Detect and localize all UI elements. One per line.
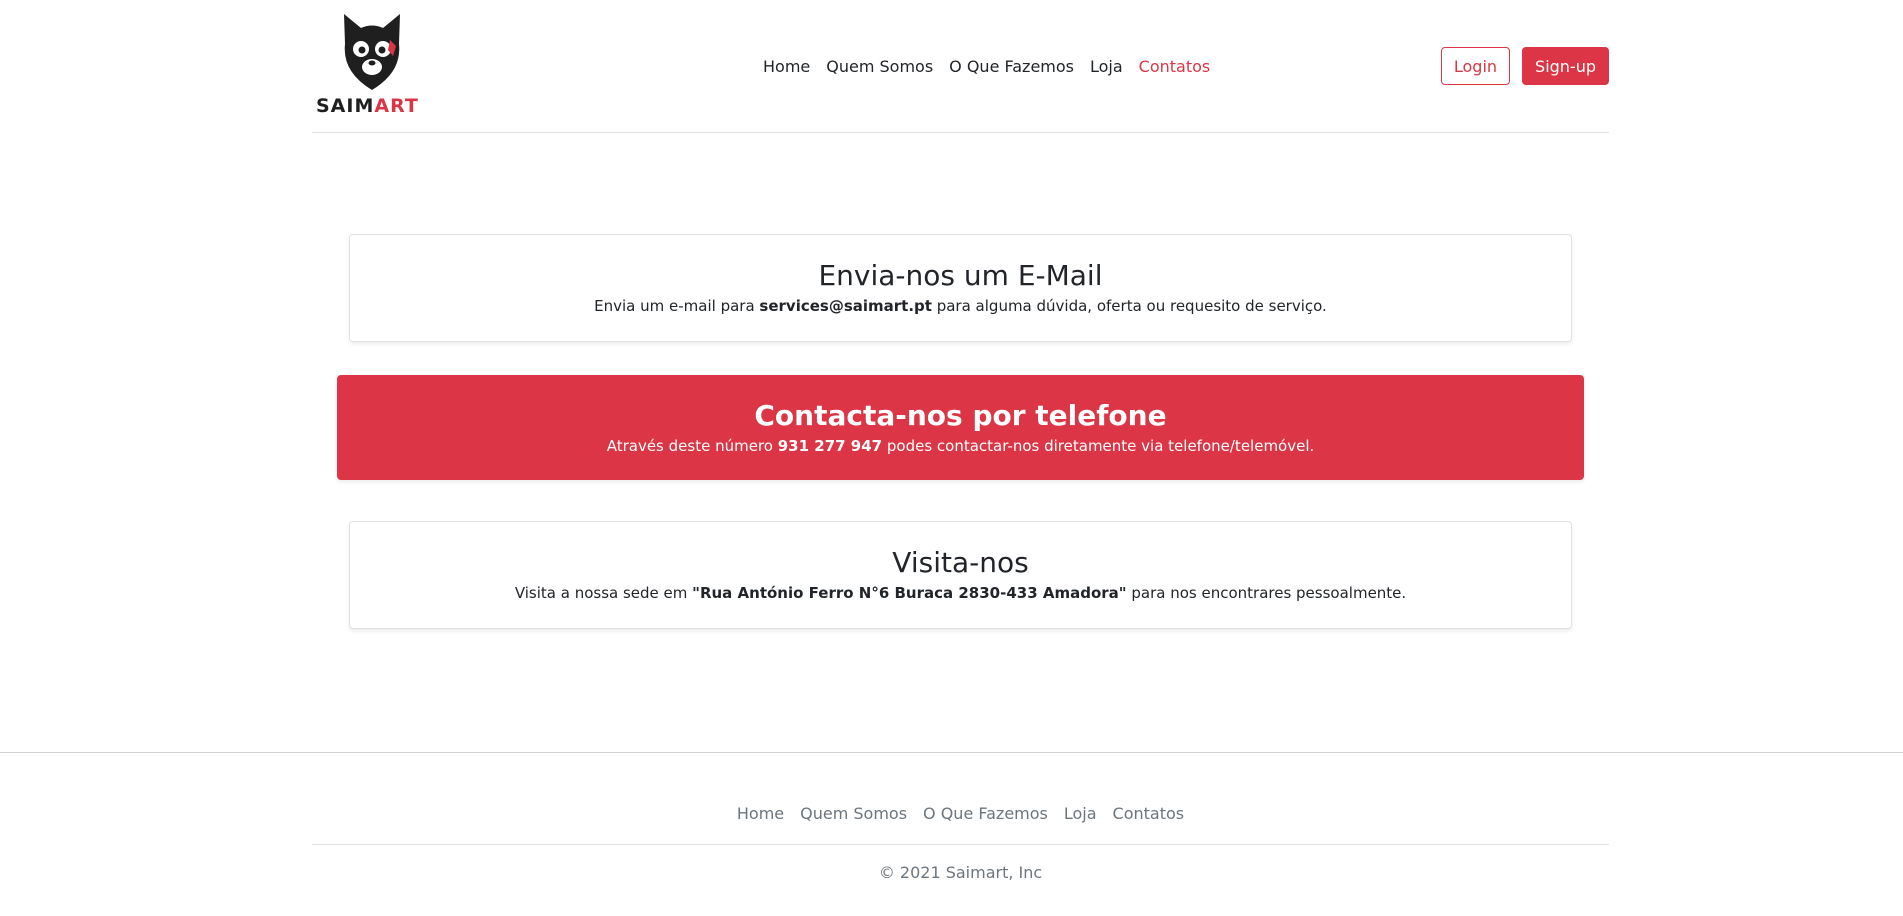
footer-link-contatos[interactable]: Contatos: [1105, 800, 1193, 828]
footer-link-loja[interactable]: Loja: [1056, 800, 1105, 828]
visit-text-before: Visita a nossa sede em: [514, 584, 693, 602]
footer-link-o-que-fazemos[interactable]: O Que Fazemos: [915, 800, 1056, 828]
login-button[interactable]: Login: [1440, 47, 1511, 85]
site-header: SAIMART Home Quem Somos O Que Fazemos Lo…: [312, 0, 1609, 133]
nav-item-contatos[interactable]: Contatos: [1131, 55, 1219, 79]
footer-link-home[interactable]: Home: [729, 800, 792, 828]
signup-button[interactable]: Sign-up: [1522, 47, 1609, 85]
email-card-text: Envia um e-mail para services@saimart.pt…: [350, 295, 1571, 317]
cat-face-icon: [344, 14, 400, 90]
email-text-before: Envia um e-mail para: [594, 297, 760, 315]
copyright-text: © 2021 Saimart, Inc: [878, 863, 1043, 882]
phone-number[interactable]: 931 277 947: [778, 437, 882, 455]
contact-content: Envia-nos um E-Mail Envia um e-mail para…: [312, 133, 1609, 753]
email-card-title: Envia-nos um E-Mail: [818, 259, 1103, 292]
visit-card: Visita-nos Visita a nossa sede em "Rua A…: [349, 521, 1572, 629]
main-nav: Home Quem Somos O Que Fazemos Loja Conta…: [755, 55, 1218, 79]
brand-logo[interactable]: SAIMART: [316, 12, 436, 117]
brand-name-part1: SAIM: [316, 95, 375, 117]
phone-card-title: Contacta-nos por telefone: [754, 399, 1167, 432]
visit-address: "Rua António Ferro N°6 Buraca 2830-433 A…: [692, 584, 1127, 602]
visit-card-title: Visita-nos: [892, 546, 1029, 579]
email-text-after: para alguma dúvida, oferta ou requesito …: [931, 297, 1327, 315]
nav-item-home[interactable]: Home: [755, 55, 818, 79]
brand-name: SAIMART: [316, 95, 436, 117]
nav-item-o-que-fazemos[interactable]: O Que Fazemos: [941, 55, 1082, 79]
visit-card-text: Visita a nossa sede em "Rua António Ferr…: [350, 582, 1571, 604]
footer-link-quem-somos[interactable]: Quem Somos: [792, 800, 915, 828]
phone-text-before: Através deste número: [606, 437, 778, 455]
footer-divider: [0, 752, 1903, 753]
email-address[interactable]: services@saimart.pt: [759, 297, 932, 315]
email-card: Envia-nos um E-Mail Envia um e-mail para…: [349, 234, 1572, 342]
phone-card-text: Através deste número 931 277 947 podes c…: [337, 435, 1584, 457]
nav-item-quem-somos[interactable]: Quem Somos: [818, 55, 941, 79]
phone-card: Contacta-nos por telefone Através deste …: [337, 375, 1584, 480]
site-footer: Home Quem Somos O Que Fazemos Loja Conta…: [312, 800, 1609, 882]
brand-name-part2: ART: [374, 95, 419, 117]
phone-text-after: podes contactar-nos diretamente via tele…: [882, 437, 1315, 455]
auth-buttons: Login Sign-up: [1440, 47, 1609, 85]
footer-nav: Home Quem Somos O Que Fazemos Loja Conta…: [312, 800, 1609, 845]
nav-item-loja[interactable]: Loja: [1082, 55, 1131, 79]
visit-text-after: para nos encontrares pessoalmente.: [1126, 584, 1407, 602]
